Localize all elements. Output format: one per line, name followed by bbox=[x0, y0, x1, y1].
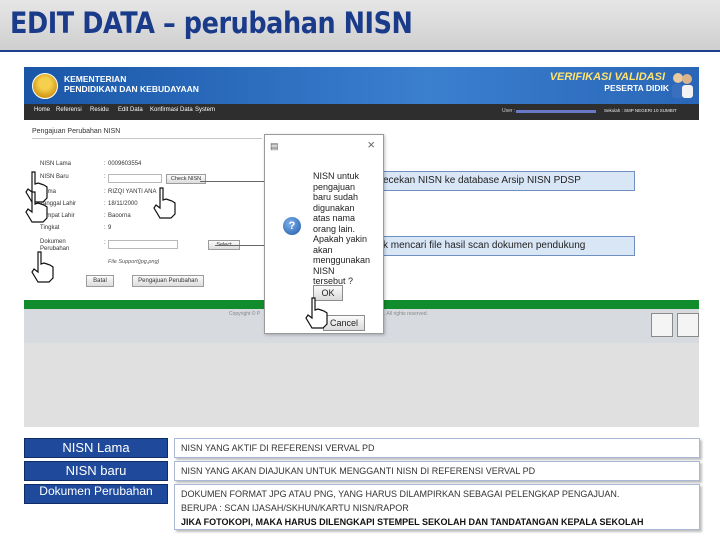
hand-pointer-icon bbox=[25, 191, 48, 223]
slide-title: EDIT DATA – perubahan NISN bbox=[10, 6, 413, 40]
nisn-lama-label: NISN Lama bbox=[40, 161, 72, 167]
emblem-1-icon bbox=[651, 313, 673, 337]
dialog-message: NISN untuk pengajuan baru sudah digunaka… bbox=[313, 171, 371, 286]
form-divider bbox=[32, 138, 262, 139]
callout-check-nisn: ecekan NISN ke database Arsip NISN PDSP bbox=[378, 171, 635, 191]
user-name-bar bbox=[516, 110, 596, 113]
colon: : bbox=[104, 240, 106, 246]
row-label-dokumen: Dokumen Perubahan bbox=[24, 484, 168, 504]
row-desc-dokumen: DOKUMEN FORMAT JPG ATAU PNG, YANG HARUS … bbox=[174, 484, 700, 530]
row-desc-nisn-baru: NISN YANG AKAN DIAJUKAN UNTUK MENGGANTI … bbox=[174, 461, 700, 481]
app-subtitle: PESERTA DIDIK bbox=[604, 83, 669, 93]
emblem-2-icon bbox=[677, 313, 699, 337]
question-icon: ? bbox=[283, 217, 301, 235]
tingkat-label: Tingkat bbox=[40, 225, 60, 231]
hand-pointer-icon bbox=[31, 251, 54, 283]
user-label: User : bbox=[502, 108, 516, 114]
colon: : bbox=[104, 189, 106, 195]
nav-konfirmasi-data[interactable]: Konfirmasi Data bbox=[150, 107, 193, 113]
colon: : bbox=[104, 161, 106, 167]
copyright-left: Copyright © P bbox=[229, 311, 261, 317]
nav-residu[interactable]: Residu bbox=[90, 107, 109, 113]
form-title: Pengajuan Perubahan NISN bbox=[32, 128, 121, 135]
dialog-window-icon: ▤ bbox=[270, 141, 279, 151]
tingkat-value: 9 bbox=[108, 225, 112, 231]
row-label-nisn-lama: NISN Lama bbox=[24, 438, 168, 458]
tanggal-lahir-value: 18/11/2000 bbox=[108, 201, 138, 207]
ministry-line-2: PENDIDIKAN DAN KEBUDAYAAN bbox=[64, 84, 199, 94]
hand-pointer-icon bbox=[305, 297, 328, 329]
colon: : bbox=[104, 225, 106, 231]
students-icon bbox=[672, 73, 693, 98]
nisn-lama-value: 0009603554 bbox=[108, 161, 142, 167]
hand-pointer-icon bbox=[153, 187, 176, 219]
nav-system[interactable]: System bbox=[195, 107, 215, 113]
tempat-lahir-value: Baoorna bbox=[108, 213, 131, 219]
app-title: VERIFIKASI VALIDASI bbox=[549, 71, 665, 83]
pengajuan-perubahan-button[interactable]: Pengajuan Perubahan bbox=[132, 275, 204, 287]
colon: : bbox=[104, 201, 106, 207]
slide: EDIT DATA – perubahan NISN KEMENTERIAN P… bbox=[0, 0, 720, 540]
ministry-name: KEMENTERIAN PENDIDIKAN DAN KEBUDAYAAN bbox=[64, 74, 199, 94]
row-desc-dokumen-line-2: BERUPA : SCAN IJASAH/SKHUN/KARTU NISN/RA… bbox=[181, 503, 409, 513]
row-desc-nisn-lama: NISN YANG AKTIF DI REFERENSI VERVAL PD bbox=[174, 438, 700, 458]
school-label: Sekolah : SMP NEGERI 10 SUMBIT bbox=[604, 108, 677, 113]
nav-edit-data[interactable]: Edit Data bbox=[118, 107, 143, 113]
nisn-baru-input[interactable] bbox=[108, 174, 162, 183]
file-support-hint: File Support(jpg,png) bbox=[108, 259, 160, 265]
row-label-nisn-baru: NISN baru bbox=[24, 461, 168, 481]
colon: : bbox=[104, 213, 106, 219]
nav-home[interactable]: Home bbox=[34, 107, 50, 113]
ministry-line-1: KEMENTERIAN bbox=[64, 74, 127, 84]
dokumen-file-input[interactable] bbox=[108, 240, 178, 249]
close-icon[interactable]: × bbox=[367, 137, 375, 152]
app-navbar: Home Referensi Residu Edit Data Konfirma… bbox=[24, 104, 699, 120]
row-desc-dokumen-line-3: JIKA FOTOKOPI, MAKA HARUS DILENGKAPI STE… bbox=[181, 517, 644, 527]
dokumen-label-1: Dokumen bbox=[40, 239, 66, 245]
colon: : bbox=[104, 174, 106, 180]
row-desc-dokumen-line-1: DOKUMEN FORMAT JPG ATAU PNG, YANG HARUS … bbox=[181, 489, 620, 499]
empty-area bbox=[24, 343, 699, 427]
callout-select-document: k mencari file hasil scan dokumen penduk… bbox=[378, 236, 635, 256]
ministry-logo-icon bbox=[32, 73, 58, 99]
app-header: KEMENTERIAN PENDIDIKAN DAN KEBUDAYAAN VE… bbox=[24, 67, 699, 104]
batal-button[interactable]: Batal bbox=[86, 275, 114, 287]
copyright-right: . All rights reserved. bbox=[384, 311, 428, 317]
check-nisn-button[interactable]: Check NISN bbox=[166, 174, 206, 184]
slide-title-bar: EDIT DATA – perubahan NISN bbox=[0, 0, 720, 52]
nav-referensi[interactable]: Referensi bbox=[56, 107, 82, 113]
